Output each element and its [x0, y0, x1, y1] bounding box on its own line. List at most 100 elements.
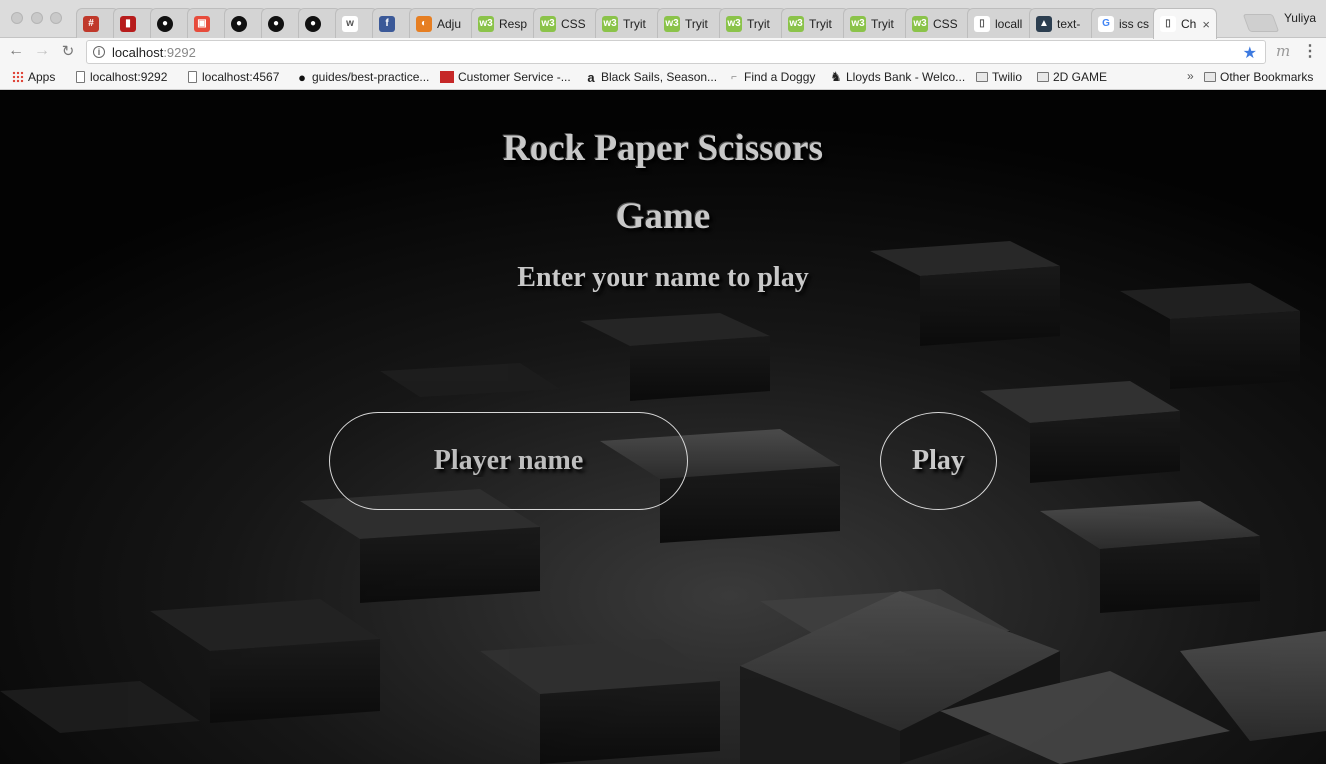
w3-icon: w3: [540, 15, 556, 32]
w3-icon: w3: [664, 15, 680, 32]
url-host: localhost: [112, 44, 164, 60]
w3-icon: w3: [850, 15, 866, 32]
browser-tab[interactable]: ◐ Adju: [409, 8, 477, 38]
reload-icon[interactable]: ↻: [58, 42, 78, 60]
page-title-line1: Rock Paper Scissors: [503, 128, 823, 169]
player-name-input[interactable]: [329, 412, 688, 510]
bookmark-item[interactable]: ⌐ Find a Doggy: [728, 70, 815, 84]
browser-menu-icon[interactable]: ⋮: [1302, 41, 1318, 61]
browser-toolbar: ← → ↻ i localhost:9292 ★ m ⋮: [0, 38, 1326, 66]
bookmark-item[interactable]: localhost:4567: [186, 70, 279, 84]
browser-tab[interactable]: w3 CSS: [533, 8, 601, 38]
bookmark-label: 2D GAME: [1053, 70, 1108, 84]
bookmark-item[interactable]: ♞ Lloyds Bank - Welco...: [830, 69, 966, 84]
other-bookmarks[interactable]: Other Bookmarks: [1204, 70, 1313, 84]
tab-label: Adju: [437, 16, 462, 31]
back-arrow-icon[interactable]: ←: [6, 42, 26, 60]
zoom-window-button[interactable]: [50, 12, 62, 24]
bookmark-item[interactable]: Apps: [12, 70, 55, 84]
w3-icon: w3: [788, 15, 804, 32]
github-icon: ●: [298, 69, 306, 85]
bookmarks-overflow-chevron-icon[interactable]: »: [1187, 69, 1194, 83]
other-bookmarks-label: Other Bookmarks: [1220, 70, 1314, 84]
w3-icon: w3: [478, 15, 494, 32]
tab-label: locall: [995, 16, 1023, 31]
bookmark-label: guides/best-practice...: [312, 70, 430, 84]
minimize-window-button[interactable]: [31, 12, 43, 24]
document-icon: [186, 71, 198, 83]
bookmark-label: Lloyds Bank - Welco...: [846, 70, 966, 84]
github-icon: ●: [268, 15, 284, 32]
w3-icon: w3: [726, 15, 742, 32]
browser-tab[interactable]: ▲ text-: [1029, 8, 1097, 38]
url-port: :9292: [163, 44, 196, 60]
browser-tab[interactable]: w3 Tryit: [595, 8, 663, 38]
bookmark-label: localhost:4567: [202, 70, 280, 84]
bookmark-star-icon[interactable]: ★: [1243, 43, 1257, 63]
bookmark-label: Customer Service -...: [458, 70, 571, 84]
document-icon: [74, 71, 86, 83]
bookmark-item[interactable]: localhost:9292: [74, 70, 167, 84]
folder-icon: [1037, 71, 1049, 83]
tab-label: CSS: [933, 16, 958, 31]
tab-label: Ch: [1181, 17, 1197, 31]
w3-icon: w3: [912, 15, 928, 32]
slides-icon: ▣: [194, 15, 210, 32]
browser-tab[interactable]: w3 Tryit: [657, 8, 725, 38]
bookmark-label: Black Sails, Season...: [601, 70, 718, 84]
play-button[interactable]: Play: [880, 412, 997, 510]
apps-grid-icon: [12, 71, 24, 83]
close-tab-icon[interactable]: ×: [1202, 17, 1210, 32]
extension-m-icon[interactable]: m: [1276, 42, 1290, 60]
w3-icon: w3: [602, 15, 618, 32]
bookmark-label: Apps: [28, 70, 56, 84]
tab-label: Tryit: [623, 16, 646, 31]
browser-tab[interactable]: w3 Tryit: [843, 8, 911, 38]
close-window-button[interactable]: [11, 12, 23, 24]
forward-arrow-icon[interactable]: →: [32, 42, 52, 60]
browser-tab[interactable]: ▯ Ch ×: [1153, 8, 1217, 39]
document-icon: ▯: [1160, 16, 1176, 32]
page-subtitle: Enter your name to play: [517, 262, 809, 293]
folder-icon: [1204, 71, 1216, 83]
store-icon: [440, 71, 454, 83]
browser-tab[interactable]: w3 Tryit: [781, 8, 849, 38]
address-bar[interactable]: i localhost:9292 ★: [86, 40, 1266, 64]
dog-icon: ⌐: [731, 71, 737, 83]
bookmark-item[interactable]: 2D GAME: [1037, 70, 1107, 84]
github-icon: ●: [305, 15, 321, 32]
browser-tab[interactable]: w3 CSS: [905, 8, 973, 38]
bookmarks-bar: Apps localhost:9292 localhost:4567 ● guides/…: [0, 66, 1326, 90]
adjust-icon: ◐: [416, 15, 432, 32]
new-tab-button[interactable]: [1242, 14, 1280, 32]
bookmark-label: localhost:9292: [90, 70, 168, 84]
bookmark-label: Twilio: [992, 70, 1023, 84]
bookmark-item[interactable]: ● guides/best-practice...: [296, 69, 430, 85]
tab-label: Tryit: [871, 16, 894, 31]
tab-label: Tryit: [747, 16, 770, 31]
browser-tab[interactable]: w3 Tryit: [719, 8, 787, 38]
bookmark-item[interactable]: a Black Sails, Season...: [585, 69, 718, 85]
tab-strip: # ▮ ● ▣ ● ● ● w f ◐ Adju w3 Resp w3 CSS w3 Tryit w3 Tryit w…: [0, 0, 1326, 39]
tab-label: Tryit: [809, 16, 832, 31]
tab-label: Resp: [499, 16, 528, 31]
tab-label: Tryit: [685, 16, 708, 31]
horse-icon: ♞: [830, 69, 842, 84]
book-icon: ▮: [120, 15, 136, 32]
bookmark-label: Find a Doggy: [744, 70, 816, 84]
info-icon[interactable]: i: [93, 46, 105, 58]
browser-tab[interactable]: w3 Resp: [471, 8, 539, 38]
bookmark-item[interactable]: Twilio: [976, 70, 1022, 84]
hashtag-icon: #: [83, 15, 99, 32]
bookmark-item[interactable]: Customer Service -...: [440, 70, 571, 84]
amazon-icon: a: [587, 69, 595, 85]
tab-label: CSS: [561, 16, 586, 31]
facebook-icon: f: [379, 15, 395, 32]
github-icon: ●: [231, 15, 247, 32]
profile-name[interactable]: Yuliya: [1284, 11, 1316, 25]
browser-tab[interactable]: ▯ locall: [967, 8, 1035, 38]
graduation-cap-icon: ▲: [1036, 15, 1052, 32]
page-title-line2: Game: [615, 196, 711, 237]
google-icon: G: [1098, 15, 1114, 32]
browser-tab[interactable]: Giss cs: [1091, 8, 1159, 38]
